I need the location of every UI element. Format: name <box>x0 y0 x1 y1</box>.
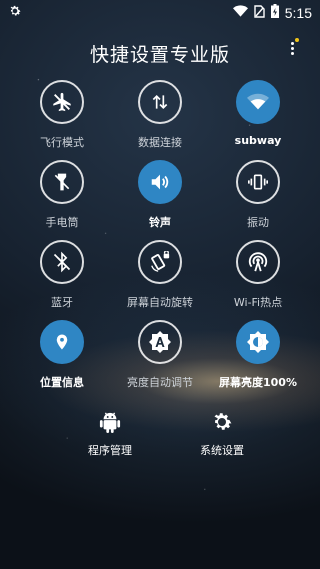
tile-label: 飞行模式 <box>40 136 84 149</box>
volume-icon <box>138 160 182 204</box>
tile-flashlight[interactable]: 手电筒 <box>12 160 112 240</box>
app-manager-button[interactable]: 程序管理 <box>60 408 160 458</box>
auto-brightness-icon <box>138 320 182 364</box>
tile-label: 振动 <box>247 216 269 229</box>
wifi-icon <box>232 5 248 21</box>
vibrate-icon <box>236 160 280 204</box>
status-bar: 5:15 <box>0 0 320 24</box>
tile-airplane-mode[interactable]: 飞行模式 <box>12 80 112 160</box>
tile-label: 铃声 <box>149 216 171 229</box>
brightness-icon <box>236 320 280 364</box>
tile-ringtone[interactable]: 铃声 <box>110 160 210 240</box>
tile-label: 手电筒 <box>45 216 79 229</box>
tile-label: 屏幕亮度100% <box>219 376 297 389</box>
tile-label: Wi-Fi热点 <box>233 296 283 309</box>
page-title: 快捷设置专业版 <box>89 44 230 66</box>
tile-label: 蓝牙 <box>51 296 73 309</box>
tile-label: 数据连接 <box>138 136 182 149</box>
tile-label: 屏幕自动旋转 <box>127 296 193 309</box>
notification-dot <box>295 38 299 42</box>
hotspot-icon <box>236 240 280 284</box>
screen-rotation-lock-icon <box>138 240 182 284</box>
no-sim-icon <box>254 4 265 22</box>
tile-bluetooth[interactable]: 蓝牙 <box>12 240 112 320</box>
tile-wifi-hotspot[interactable]: Wi-Fi热点 <box>208 240 308 320</box>
android-icon <box>60 408 160 436</box>
battery-charging-icon <box>270 4 279 22</box>
tile-wifi[interactable]: subway <box>208 80 308 160</box>
location-pin-icon <box>40 320 84 364</box>
app-manager-label: 程序管理 <box>88 444 132 457</box>
tile-data-connection[interactable]: 数据连接 <box>110 80 210 160</box>
tile-label: 位置信息 <box>40 376 84 389</box>
airplane-off-icon <box>40 80 84 124</box>
tile-label: subway <box>234 134 282 147</box>
system-settings-label: 系统设置 <box>200 444 244 457</box>
settings-gear-icon <box>172 408 272 436</box>
data-arrows-icon <box>138 80 182 124</box>
status-time: 5:15 <box>284 5 312 21</box>
bluetooth-off-icon <box>40 240 84 284</box>
tile-label: 亮度自动调节 <box>127 376 193 389</box>
tile-location[interactable]: 位置信息 <box>12 320 112 400</box>
settings-gear-icon <box>8 4 22 22</box>
tile-brightness[interactable]: 屏幕亮度100% <box>208 320 308 400</box>
wifi-icon <box>236 80 280 124</box>
tile-auto-rotate[interactable]: 屏幕自动旋转 <box>110 240 210 320</box>
tile-auto-brightness[interactable]: 亮度自动调节 <box>110 320 210 400</box>
tile-vibrate[interactable]: 振动 <box>208 160 308 240</box>
more-vertical-icon[interactable] <box>286 38 302 58</box>
flashlight-off-icon <box>40 160 84 204</box>
system-settings-button[interactable]: 系统设置 <box>172 408 272 458</box>
